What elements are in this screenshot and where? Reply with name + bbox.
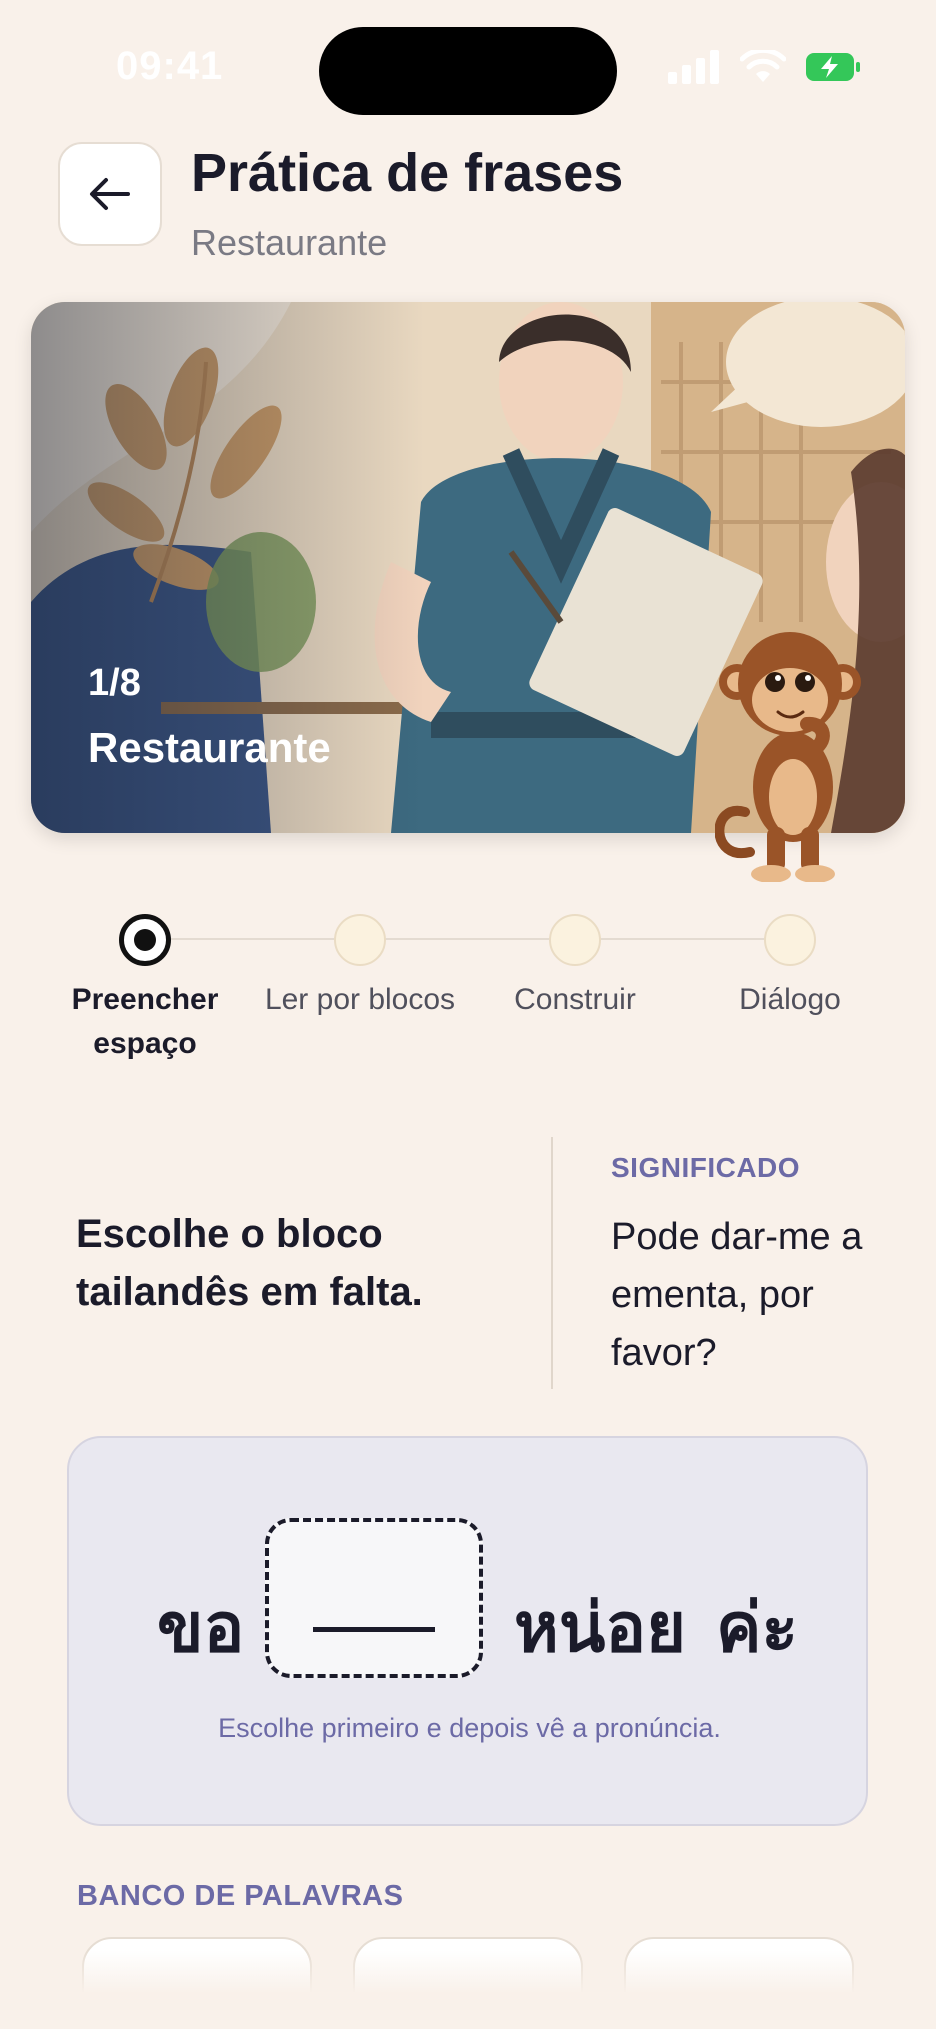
page-title: Prática de frases — [191, 143, 624, 203]
bottom-fade — [0, 1950, 936, 2029]
word-bank-heading: BANCO DE PALAVRAS — [77, 1880, 404, 1912]
sentence-card: ขอ หน่อย ค่ะ Escolhe primeiro e depois v… — [67, 1436, 868, 1826]
step-label-read-chunks[interactable]: Ler por blocos — [260, 978, 460, 1022]
monkey-mascot — [715, 632, 861, 882]
status-time: 09:41 — [116, 44, 224, 88]
step-label-build[interactable]: Construir — [475, 978, 675, 1022]
step-indicator-fill-blank[interactable] — [119, 914, 171, 966]
step-label-fill-blank[interactable]: Preencher espaço — [45, 978, 245, 1066]
arrow-left-icon — [90, 178, 130, 210]
step-indicator-read-chunks[interactable] — [334, 914, 386, 966]
exercise-stepper: Preencher espaço Ler por blocos Construi… — [0, 900, 936, 1060]
step-indicator-dialogue[interactable] — [764, 914, 816, 966]
vertical-divider — [551, 1137, 553, 1389]
dynamic-island — [319, 27, 617, 115]
back-button[interactable] — [58, 142, 162, 246]
meaning-text: Pode dar-me a ementa, por favor? — [611, 1216, 863, 1374]
thai-word-after-1: หน่อย — [514, 1589, 686, 1668]
scenario-label: Restaurante — [88, 724, 331, 771]
exercise-instruction: Escolhe o bloco tailandês em falta. — [76, 1212, 423, 1314]
status-bar: 09:41 — [0, 0, 936, 140]
meaning-heading: SIGNIFICADO — [611, 1152, 801, 1183]
step-label-dialogue[interactable]: Diálogo — [690, 978, 890, 1022]
thai-word-after-2: ค่ะ — [716, 1589, 799, 1668]
stepper-track — [145, 938, 790, 940]
thai-word-before: ขอ — [157, 1589, 245, 1668]
scenario-counter: 1/8 — [88, 662, 141, 704]
blank-drop-slot[interactable] — [265, 1518, 483, 1678]
page-subtitle: Restaurante — [191, 222, 388, 263]
step-indicator-build[interactable] — [549, 914, 601, 966]
wifi-icon — [740, 50, 786, 82]
cellular-signal-icon — [668, 50, 719, 84]
battery-charging-icon — [806, 53, 860, 81]
status-icons — [668, 50, 860, 84]
sentence-hint: Escolhe primeiro e depois vê a pronúncia… — [218, 1713, 721, 1743]
